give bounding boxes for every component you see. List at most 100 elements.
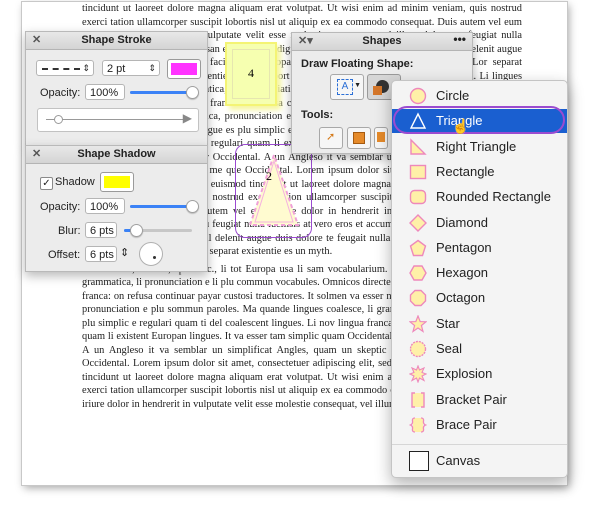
shadow-label: Shadow <box>55 176 95 188</box>
menu-item-bracket-pair[interactable]: Bracket Pair <box>392 388 567 412</box>
menu-separator <box>392 444 567 445</box>
selection-highlight-ring <box>393 106 565 134</box>
menu-item-star[interactable]: Star <box>392 312 567 336</box>
offset-value: 6 pts <box>90 249 114 261</box>
menu-item-label: Octagon <box>436 290 486 306</box>
blur-field[interactable]: 6 pts <box>85 222 117 238</box>
menu-item-hexagon[interactable]: Hexagon <box>392 261 567 285</box>
shadow-color-swatch[interactable] <box>100 172 134 192</box>
text-box-icon: A <box>337 79 353 95</box>
shadow-opacity-label: Opacity: <box>40 201 81 213</box>
dashed-line-icon <box>42 68 80 70</box>
stroke-width-dropdown[interactable]: 2 pt ⇕ <box>102 60 160 76</box>
menu-item-label: Canvas <box>436 453 481 468</box>
select-tool-button[interactable]: ➚ <box>319 127 343 149</box>
panel-title: Shape Stroke <box>81 34 152 46</box>
bring-forward-button[interactable] <box>347 127 371 149</box>
line-start-icon <box>46 119 186 120</box>
close-icon[interactable]: ✕ <box>32 146 41 163</box>
line-style-dropdown[interactable]: ⇕ <box>36 60 94 76</box>
shape-stroke-titlebar: ✕ Shape Stroke <box>26 32 207 50</box>
panel-title: Shapes <box>362 35 402 47</box>
hexagon-icon <box>409 264 427 282</box>
more-icon[interactable]: ••• <box>453 31 466 48</box>
menu-item-rounded-rectangle[interactable]: Rounded Rectangle <box>392 185 567 209</box>
shape-shadow-titlebar: ✕ Shape Shadow <box>26 146 207 164</box>
octagon-icon <box>409 289 427 307</box>
shape-shadow-panel: ✕ Shape Shadow ✓ Shadow Opacity: 100% Bl… <box>25 145 208 272</box>
blur-label: Blur: <box>58 225 81 237</box>
stepper-icon: ⇕ <box>148 63 156 73</box>
circle-icon <box>409 87 427 105</box>
triangle-shape-label: 2 <box>266 169 272 183</box>
stroke-opacity-field[interactable]: 100% <box>85 84 125 100</box>
slider-knob[interactable] <box>130 224 143 237</box>
triangle-shape-graphic <box>248 151 300 226</box>
rectangle-icon <box>409 163 427 181</box>
pointer-icon: ➚ <box>326 131 336 143</box>
text-box-tool-button[interactable]: A ▼ <box>330 74 364 100</box>
shadow-opacity-field[interactable]: 100% <box>85 198 125 214</box>
offset-direction-dial[interactable] <box>139 242 163 266</box>
slider-knob[interactable] <box>186 86 199 99</box>
rounded-rectangle-icon <box>409 188 427 206</box>
slider-knob[interactable] <box>186 200 199 213</box>
close-icon[interactable]: ✕▾ <box>298 33 313 50</box>
selected-triangle-shape[interactable]: 2 <box>235 144 312 238</box>
menu-item-circle[interactable]: Circle <box>392 84 567 108</box>
stroke-width-value: 2 pt <box>107 63 126 75</box>
menu-item-seal[interactable]: Seal <box>392 337 567 361</box>
stroke-color-swatch[interactable] <box>167 59 201 79</box>
menu-item-label: Brace Pair <box>436 416 497 432</box>
offset-field[interactable]: 6 pts <box>85 246 117 262</box>
menu-item-explosion[interactable]: Explosion <box>392 362 567 386</box>
blur-value: 6 pts <box>90 225 114 237</box>
menu-item-label: Hexagon <box>436 265 489 281</box>
draw-shape-label: Draw Floating Shape: <box>301 58 414 70</box>
opacity-label: Opacity: <box>40 87 81 99</box>
bracket-pair-icon <box>409 391 427 409</box>
menu-item-label: Pentagon <box>436 239 492 255</box>
canvas-icon <box>409 451 429 471</box>
right-triangle-icon <box>409 137 427 156</box>
menu-item-octagon[interactable]: Octagon <box>392 286 567 310</box>
panel-title: Shape Shadow <box>77 148 156 160</box>
stepper-icon[interactable]: ⇕ <box>120 246 129 259</box>
pointer-cursor-icon: ☝ <box>452 118 470 134</box>
menu-item-diamond[interactable]: Diamond <box>392 211 567 235</box>
shape-menu: Circle Triangle Right Triangle Rectangle Rou… <box>391 80 568 478</box>
menu-item-right-triangle[interactable]: Right Triangle <box>392 135 567 159</box>
menu-item-label: Star <box>436 315 460 331</box>
menu-item-brace-pair[interactable]: Brace Pair <box>392 413 567 437</box>
menu-item-canvas[interactable]: Canvas <box>392 449 567 473</box>
arrow-right-icon: ▶ <box>182 111 192 125</box>
menu-item-rectangle[interactable]: Rectangle <box>392 160 567 184</box>
dial-dot-icon <box>153 256 156 259</box>
pentagon-icon <box>409 239 427 257</box>
stroke-opacity-slider[interactable] <box>130 91 192 94</box>
menu-item-label: Rounded Rectangle <box>436 189 551 205</box>
shadow-opacity-value: 100% <box>90 201 119 213</box>
menu-item-label: Explosion <box>436 366 493 382</box>
arrowhead-control[interactable]: ▶ <box>37 108 199 132</box>
offset-label: Offset: <box>48 249 81 261</box>
shadow-checkbox[interactable]: ✓ <box>40 177 53 190</box>
diamond-icon <box>409 213 427 232</box>
menu-item-label: Diamond <box>436 214 489 230</box>
chevron-down-icon: ▼ <box>354 82 361 89</box>
shape-stroke-panel: ✕ Shape Stroke ⇕ 2 pt ⇕ Opacity: 100% ▶ <box>25 31 208 146</box>
floating-square-shape[interactable]: 4 <box>225 42 277 106</box>
menu-item-label: Rectangle <box>436 163 495 179</box>
menu-item-label: Seal <box>436 341 463 356</box>
layers-back-icon <box>377 132 385 142</box>
close-icon[interactable]: ✕ <box>32 32 41 49</box>
shapes-titlebar: ✕▾ Shapes ••• <box>292 31 472 51</box>
line-dot-icon <box>54 115 63 124</box>
send-backward-button[interactable] <box>374 127 388 149</box>
menu-item-pentagon[interactable]: Pentagon <box>392 236 567 260</box>
star-icon <box>408 314 428 333</box>
shadow-opacity-slider[interactable] <box>130 205 192 208</box>
menu-item-label: Right Triangle <box>436 138 517 154</box>
square-shape-label: 4 <box>248 66 254 80</box>
explosion-icon <box>408 364 428 384</box>
